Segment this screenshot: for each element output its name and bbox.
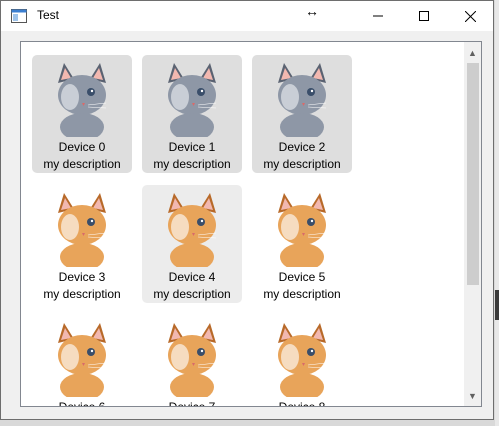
device-description: my description bbox=[153, 287, 231, 301]
cat-image-icon bbox=[58, 323, 107, 397]
device-name: Device 1 bbox=[168, 140, 216, 154]
vertical-scrollbar[interactable]: ▲ ▼ bbox=[464, 42, 481, 406]
app-icon bbox=[11, 9, 27, 23]
background-taskbar-edge bbox=[495, 290, 499, 320]
list-item[interactable]: Device 1 my description bbox=[142, 55, 242, 173]
cat-image-icon bbox=[168, 63, 217, 137]
scroll-up-button[interactable]: ▲ bbox=[464, 44, 481, 61]
device-name: Device 6 bbox=[58, 400, 106, 407]
device-list[interactable]: Device 0 my description Device 1 my descri… bbox=[20, 41, 482, 407]
close-icon bbox=[464, 10, 476, 22]
device-name: Device 2 bbox=[278, 140, 326, 154]
minimize-button[interactable] bbox=[355, 1, 401, 31]
device-name: Device 7 bbox=[168, 400, 216, 407]
device-name: Device 5 bbox=[278, 270, 326, 284]
list-item[interactable]: Device 5 my description bbox=[252, 185, 352, 303]
resize-cursor-icon: ↔ bbox=[305, 3, 319, 19]
cat-image-icon bbox=[58, 63, 107, 137]
cat-image-icon bbox=[58, 193, 107, 267]
device-description: my description bbox=[43, 287, 121, 301]
cat-image-icon bbox=[278, 63, 327, 137]
cat-image-icon bbox=[168, 323, 217, 397]
cat-image-icon bbox=[168, 193, 217, 267]
close-button[interactable] bbox=[447, 1, 493, 31]
device-name: Device 3 bbox=[58, 270, 106, 284]
device-name: Device 4 bbox=[168, 270, 216, 284]
device-description: my description bbox=[43, 157, 121, 171]
minimize-icon bbox=[373, 15, 383, 17]
cat-image-icon bbox=[278, 323, 327, 397]
scroll-down-button[interactable]: ▼ bbox=[464, 387, 481, 404]
window-title: Test bbox=[37, 8, 60, 22]
maximize-icon bbox=[419, 11, 429, 21]
list-item[interactable]: Device 7my description bbox=[142, 315, 242, 407]
list-item[interactable]: Device 8my description bbox=[252, 315, 352, 407]
list-item[interactable]: Device 3 my description bbox=[32, 185, 132, 303]
list-item[interactable]: Device 0 my description bbox=[32, 55, 132, 173]
device-name: Device 8 bbox=[278, 400, 326, 407]
device-name: Device 0 bbox=[58, 140, 106, 154]
cat-image-icon bbox=[278, 193, 327, 267]
title-bar[interactable]: Test ↔ bbox=[1, 1, 493, 31]
scroll-thumb[interactable] bbox=[467, 63, 479, 285]
background-window-edge bbox=[495, 0, 499, 426]
device-description: my description bbox=[263, 287, 341, 301]
device-description: my description bbox=[153, 157, 231, 171]
maximize-button[interactable] bbox=[401, 1, 447, 31]
app-window: Test ↔ Device 0 my description Device 1 … bbox=[0, 0, 494, 420]
list-item[interactable]: Device 6my description bbox=[32, 315, 132, 407]
list-item[interactable]: Device 2 my description bbox=[252, 55, 352, 173]
device-description: my description bbox=[263, 157, 341, 171]
list-item[interactable]: Device 4 my description bbox=[142, 185, 242, 303]
